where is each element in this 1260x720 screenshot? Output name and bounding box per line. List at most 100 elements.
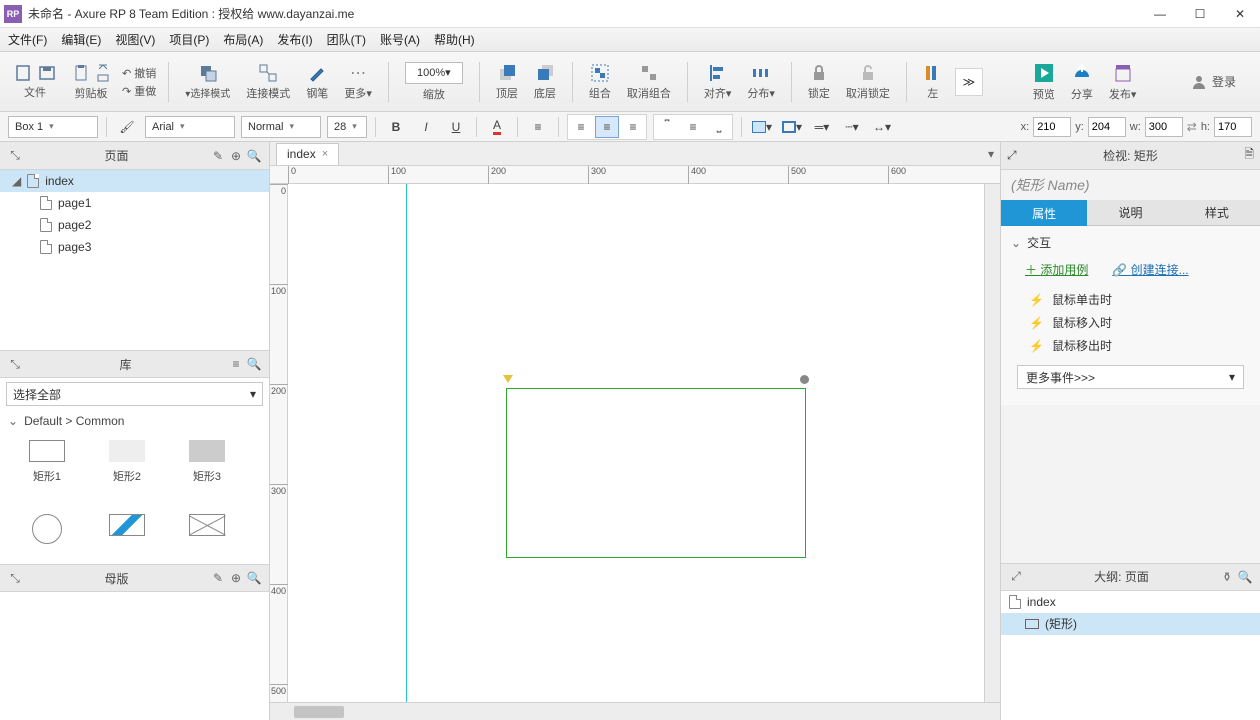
- tb-zoom[interactable]: 100% ▾缩放: [401, 55, 467, 109]
- canvas[interactable]: [288, 184, 984, 702]
- toolbar-overflow[interactable]: ≫: [955, 68, 983, 96]
- add-master-icon[interactable]: ✎: [209, 571, 227, 585]
- search-icon[interactable]: 🔍: [245, 571, 263, 585]
- tab-notes[interactable]: 说明: [1087, 200, 1173, 226]
- close-button[interactable]: ✕: [1220, 0, 1260, 28]
- minimize-button[interactable]: —: [1140, 0, 1180, 28]
- tb-lock[interactable]: 锁定: [804, 55, 834, 109]
- maximize-button[interactable]: ☐: [1180, 0, 1220, 28]
- linestyle-button[interactable]: ┄▾: [840, 116, 864, 138]
- note-icon[interactable]: 🗎: [1244, 145, 1254, 166]
- align-left-button[interactable]: ≡: [569, 116, 593, 138]
- fill-button[interactable]: ▾: [750, 116, 774, 138]
- italic-button[interactable]: I: [414, 116, 438, 138]
- x-input[interactable]: [1033, 117, 1071, 137]
- create-link[interactable]: 创建连接...: [1112, 261, 1188, 278]
- add-case-link[interactable]: 添加用例: [1025, 261, 1088, 278]
- tab-index[interactable]: index×: [276, 143, 339, 165]
- page-item[interactable]: page3: [0, 236, 269, 258]
- widget-rect3[interactable]: 矩形3: [182, 440, 232, 484]
- undo-button[interactable]: ↶ 撤销: [122, 65, 156, 81]
- menu-publish[interactable]: 发布(I): [277, 31, 312, 48]
- widget-name-input[interactable]: (矩形 Name): [1001, 170, 1260, 200]
- tb-file[interactable]: 文件: [10, 55, 60, 109]
- valign-top-button[interactable]: ⎴: [655, 116, 679, 138]
- tab-style[interactable]: 样式: [1174, 200, 1260, 226]
- linecolor-button[interactable]: ▾: [780, 116, 804, 138]
- page-item-index[interactable]: ◢index: [0, 170, 269, 192]
- valign-bot-button[interactable]: ⎵: [707, 116, 731, 138]
- collapse-icon[interactable]: ⤡: [6, 571, 24, 586]
- widget-ellipse[interactable]: [22, 514, 72, 544]
- tb-align[interactable]: 对齐▾: [700, 55, 736, 109]
- rotate-handle[interactable]: [800, 375, 809, 384]
- size-select[interactable]: 28: [327, 116, 367, 138]
- tb-clipboard[interactable]: 剪贴板: [68, 55, 114, 109]
- tb-preview[interactable]: 预览: [1029, 55, 1059, 109]
- tb-distribute[interactable]: 分布▾: [743, 55, 779, 109]
- bold-button[interactable]: B: [384, 116, 408, 138]
- menu-help[interactable]: 帮助(H): [434, 31, 475, 48]
- tb-front[interactable]: 顶层: [492, 55, 522, 109]
- menu-project[interactable]: 项目(P): [169, 31, 209, 48]
- page-item[interactable]: page1: [0, 192, 269, 214]
- search-icon[interactable]: 🔍: [245, 149, 263, 163]
- tb-connectmode[interactable]: 连接模式: [242, 55, 294, 109]
- widget-rect1[interactable]: 矩形1: [22, 440, 72, 484]
- outline-page[interactable]: index: [1001, 591, 1260, 613]
- textcolor-button[interactable]: A: [485, 116, 509, 138]
- widget-image[interactable]: [102, 514, 152, 544]
- page-item[interactable]: page2: [0, 214, 269, 236]
- menu-team[interactable]: 团队(T): [327, 31, 366, 48]
- tb-left[interactable]: 左: [919, 55, 947, 109]
- add-folder-icon[interactable]: ⊕: [227, 571, 245, 585]
- y-input[interactable]: [1088, 117, 1126, 137]
- redo-button[interactable]: ↷ 重做: [122, 83, 156, 99]
- tb-pen[interactable]: 钢笔: [302, 55, 332, 109]
- align-right-button[interactable]: ≡: [621, 116, 645, 138]
- menu-icon[interactable]: ≡: [227, 357, 245, 371]
- align-center-button[interactable]: ≡: [595, 116, 619, 138]
- ruler-vertical[interactable]: 0 100 200 300 400 500: [270, 184, 288, 702]
- library-category[interactable]: Default > Common: [0, 410, 269, 432]
- event-mousein[interactable]: ⚡鼠标移入时: [1011, 311, 1250, 334]
- event-onclick[interactable]: ⚡鼠标单击时: [1011, 288, 1250, 311]
- menu-edit[interactable]: 编辑(E): [61, 31, 101, 48]
- vertical-scrollbar[interactable]: [984, 184, 1000, 702]
- tb-unlock[interactable]: 取消锁定: [842, 55, 894, 109]
- close-icon[interactable]: ×: [322, 148, 328, 160]
- menu-view[interactable]: 视图(V): [115, 31, 155, 48]
- event-mouseout[interactable]: ⚡鼠标移出时: [1011, 334, 1250, 357]
- tb-more[interactable]: ⋯更多▾: [340, 55, 376, 109]
- origin-handle[interactable]: [503, 375, 513, 383]
- style-select[interactable]: Box 1: [8, 116, 98, 138]
- tb-back[interactable]: 底层: [530, 55, 560, 109]
- horizontal-scrollbar[interactable]: [270, 702, 1000, 720]
- library-select[interactable]: 选择全部▾: [6, 382, 263, 406]
- menu-account[interactable]: 账号(A): [380, 31, 420, 48]
- add-folder-icon[interactable]: ⊕: [227, 149, 245, 163]
- paint-icon[interactable]: 🖌: [115, 116, 139, 138]
- filter-icon[interactable]: ⚱: [1218, 570, 1236, 584]
- tab-properties[interactable]: 属性: [1001, 200, 1087, 226]
- weight-select[interactable]: Normal: [241, 116, 321, 138]
- lineweight-button[interactable]: ═▾: [810, 116, 834, 138]
- arrow-button[interactable]: ↔▾: [870, 116, 894, 138]
- collapse-icon[interactable]: ⤢: [1007, 569, 1025, 584]
- valign-mid-button[interactable]: ≡: [681, 116, 705, 138]
- add-page-icon[interactable]: ✎: [209, 149, 227, 163]
- tb-group[interactable]: 组合: [585, 55, 615, 109]
- widget-placeholder[interactable]: [182, 514, 232, 544]
- outline-widget[interactable]: (矩形): [1001, 613, 1260, 635]
- tb-selectmode[interactable]: ▾选择模式: [181, 55, 234, 109]
- h-input[interactable]: [1214, 117, 1252, 137]
- tb-publish[interactable]: 发布▾: [1105, 55, 1141, 109]
- bullets-button[interactable]: ≡: [526, 116, 550, 138]
- w-input[interactable]: [1145, 117, 1183, 137]
- collapse-icon[interactable]: ⤢: [1007, 148, 1017, 163]
- selected-rectangle[interactable]: [506, 388, 806, 558]
- underline-button[interactable]: U: [444, 116, 468, 138]
- widget-rect2[interactable]: 矩形2: [102, 440, 152, 484]
- tabs-menu-icon[interactable]: ▾: [988, 147, 1000, 161]
- guide-line[interactable]: [406, 184, 407, 702]
